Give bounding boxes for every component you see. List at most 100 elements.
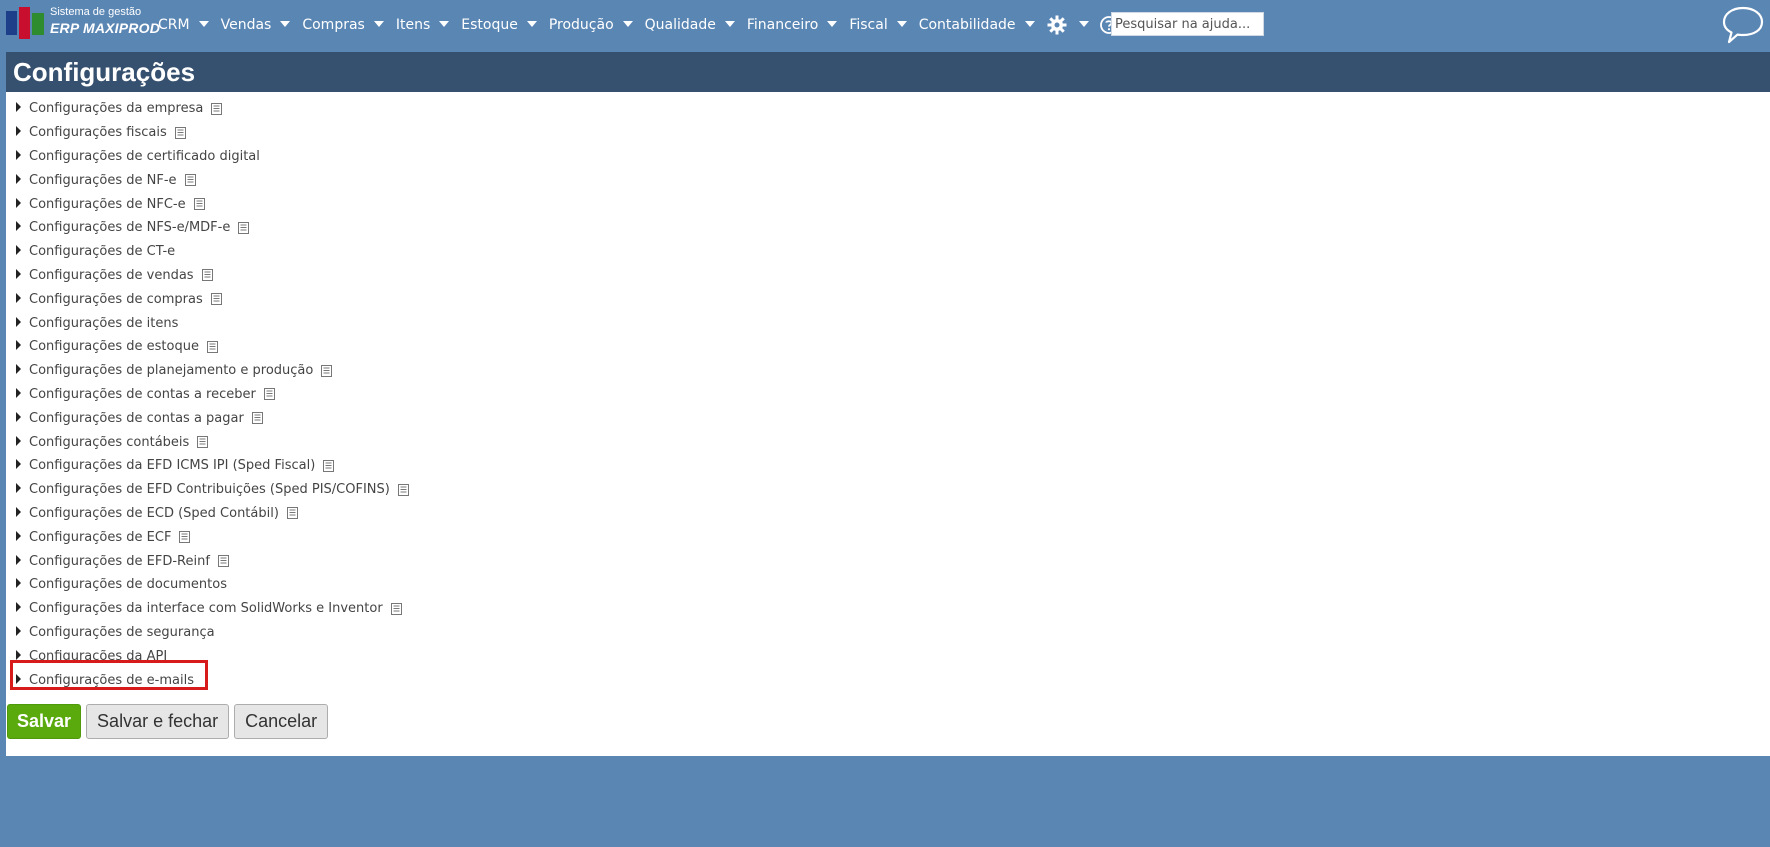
chevron-down-icon: [373, 21, 384, 27]
settings-section-row[interactable]: Configurações da EFD ICMS IPI (Sped Fisc…: [16, 454, 409, 478]
settings-section-row[interactable]: Configurações de estoque: [16, 335, 409, 359]
document-icon[interactable]: [184, 174, 196, 187]
menu-qualidade[interactable]: Qualidade: [645, 17, 735, 33]
expand-triangle-icon[interactable]: [16, 316, 21, 327]
settings-section-row[interactable]: Configurações fiscais: [16, 121, 409, 145]
document-icon[interactable]: [197, 436, 209, 449]
document-icon[interactable]: [321, 364, 333, 377]
expand-triangle-icon[interactable]: [16, 387, 21, 398]
expand-triangle-icon[interactable]: [16, 554, 21, 565]
logo-title: ERP MAXIPROD: [50, 20, 161, 36]
section-label: Configurações de ECD (Sped Contábil): [29, 505, 279, 521]
settings-section-row[interactable]: Configurações de ECF: [16, 525, 409, 549]
settings-section-row[interactable]: Configurações de segurança: [16, 621, 409, 645]
logo-text[interactable]: Sistema de gestão ERP MAXIPROD: [50, 7, 161, 36]
document-icon[interactable]: [211, 102, 223, 115]
section-label: Configurações de planejamento e produção: [29, 363, 314, 379]
expand-triangle-icon[interactable]: [16, 340, 21, 351]
expand-triangle-icon[interactable]: [16, 483, 21, 494]
expand-triangle-icon[interactable]: [16, 268, 21, 279]
settings-menu[interactable]: [1047, 15, 1089, 35]
settings-section-row[interactable]: Configurações de vendas: [16, 264, 409, 288]
document-icon[interactable]: [206, 340, 218, 353]
document-icon[interactable]: [286, 507, 298, 520]
settings-section-row[interactable]: Configurações de ECD (Sped Contábil): [16, 502, 409, 526]
menu-financeiro[interactable]: Financeiro: [747, 17, 838, 33]
settings-section-row[interactable]: Configurações de itens: [16, 311, 409, 335]
menu-fiscal[interactable]: Fiscal: [849, 17, 907, 33]
document-icon[interactable]: [263, 388, 275, 401]
settings-section-row[interactable]: Configurações da API: [16, 644, 409, 668]
document-icon[interactable]: [179, 531, 191, 544]
chevron-down-icon: [896, 21, 907, 27]
section-label: Configurações de documentos: [29, 577, 227, 593]
menu-compras[interactable]: Compras: [302, 17, 384, 33]
menu-label: CRM: [158, 17, 190, 33]
settings-section-row[interactable]: Configurações de compras: [16, 287, 409, 311]
settings-section-row[interactable]: Configurações de NFC-e: [16, 192, 409, 216]
menu-label: Produção: [548, 17, 614, 33]
menu-label: Vendas: [220, 17, 272, 33]
expand-triangle-icon[interactable]: [16, 578, 21, 589]
expand-triangle-icon[interactable]: [16, 602, 21, 613]
document-icon[interactable]: [251, 412, 263, 425]
settings-section-row[interactable]: Configurações de contas a pagar: [16, 406, 409, 430]
settings-section-row[interactable]: Configurações de documentos: [16, 573, 409, 597]
menu-contabilidade[interactable]: Contabilidade: [919, 17, 1035, 33]
expand-triangle-icon[interactable]: [16, 506, 21, 517]
document-icon[interactable]: [397, 483, 409, 496]
section-label: Configurações de EFD-Reinf: [29, 553, 210, 569]
expand-triangle-icon[interactable]: [16, 435, 21, 446]
settings-section-row[interactable]: Configurações de certificado digital: [16, 145, 409, 169]
erp-logo-icon[interactable]: [6, 7, 46, 39]
expand-triangle-icon[interactable]: [16, 221, 21, 232]
settings-section-row[interactable]: Configurações de CT-e: [16, 240, 409, 264]
menu-itens[interactable]: Itens: [396, 17, 450, 33]
settings-section-row[interactable]: Configurações de EFD-Reinf: [16, 549, 409, 573]
expand-triangle-icon[interactable]: [16, 411, 21, 422]
settings-section-row[interactable]: Configurações de e-mails: [16, 668, 409, 692]
settings-section-row[interactable]: Configurações de NF-e: [16, 168, 409, 192]
settings-section-row[interactable]: Configurações de NFS-e/MDF-e: [16, 216, 409, 240]
expand-triangle-icon[interactable]: [16, 149, 21, 160]
expand-triangle-icon[interactable]: [16, 292, 21, 303]
document-icon[interactable]: [201, 269, 213, 282]
document-icon[interactable]: [323, 459, 335, 472]
settings-section-row[interactable]: Configurações de EFD Contribuições (Sped…: [16, 478, 409, 502]
expand-triangle-icon[interactable]: [16, 126, 21, 137]
expand-triangle-icon[interactable]: [16, 459, 21, 470]
menu-vendas[interactable]: Vendas: [221, 17, 291, 33]
expand-triangle-icon[interactable]: [16, 530, 21, 541]
menu-producao[interactable]: Produção: [549, 17, 633, 33]
section-label: Configurações de segurança: [29, 624, 215, 640]
save-button[interactable]: Salvar: [7, 704, 82, 739]
menu-estoque[interactable]: Estoque: [461, 17, 537, 33]
settings-section-row[interactable]: Configurações contábeis: [16, 430, 409, 454]
section-label: Configurações de CT-e: [29, 244, 176, 260]
help-search-input[interactable]: [1111, 12, 1264, 36]
document-icon[interactable]: [390, 602, 402, 615]
expand-triangle-icon[interactable]: [16, 364, 21, 375]
save-and-close-button[interactable]: Salvar e fechar: [86, 704, 230, 739]
settings-section-row[interactable]: Configurações de contas a receber: [16, 383, 409, 407]
document-icon[interactable]: [193, 198, 205, 211]
section-label: Configurações de contas a pagar: [29, 410, 244, 426]
cancel-button[interactable]: Cancelar: [234, 704, 329, 739]
settings-section-row[interactable]: Configurações de planejamento e produção: [16, 359, 409, 383]
menu-crm[interactable]: CRM: [158, 17, 209, 33]
speech-bubble-icon[interactable]: [1721, 5, 1765, 45]
expand-triangle-icon[interactable]: [16, 197, 21, 208]
document-icon[interactable]: [174, 126, 186, 139]
chevron-down-icon: [526, 21, 537, 27]
document-icon[interactable]: [217, 555, 229, 568]
expand-triangle-icon[interactable]: [16, 173, 21, 184]
settings-section-row[interactable]: Configurações da empresa: [16, 97, 409, 121]
expand-triangle-icon[interactable]: [16, 649, 21, 660]
document-icon[interactable]: [238, 221, 250, 234]
expand-triangle-icon[interactable]: [16, 673, 21, 684]
expand-triangle-icon[interactable]: [16, 625, 21, 636]
expand-triangle-icon[interactable]: [16, 245, 21, 256]
settings-section-row[interactable]: Configurações da interface com SolidWork…: [16, 597, 409, 621]
document-icon[interactable]: [210, 293, 222, 306]
expand-triangle-icon[interactable]: [16, 102, 21, 113]
